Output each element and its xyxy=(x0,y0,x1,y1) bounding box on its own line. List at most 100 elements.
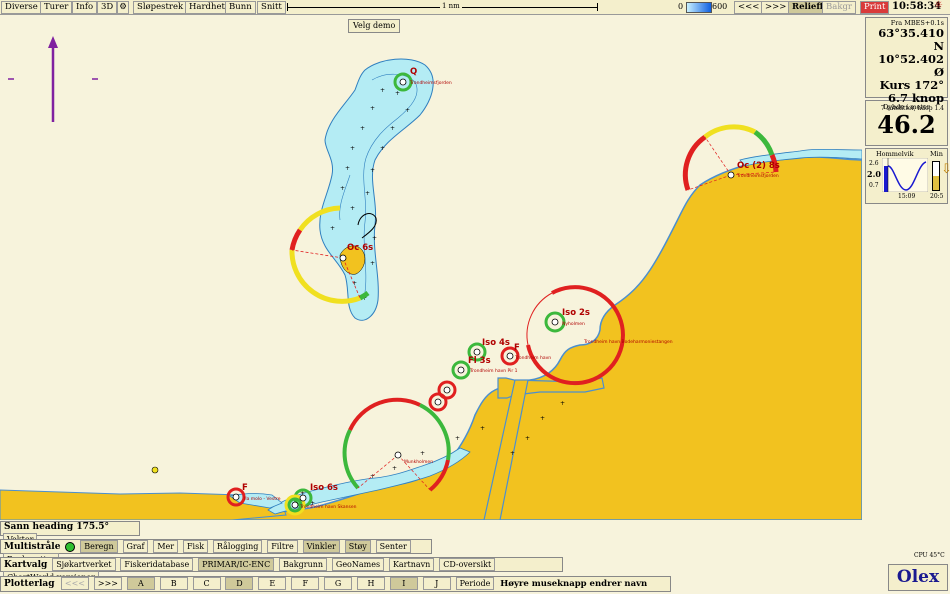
light-name-q: Trondheimsfjorden xyxy=(409,80,452,86)
light-label-iso6s: Iso 6s xyxy=(310,483,338,493)
scale-label: 1 nm xyxy=(440,2,462,10)
svg-text:+: + xyxy=(345,165,350,172)
menu-snitt[interactable]: Snitt xyxy=(257,1,286,14)
tide-panel: Hommelvik Min 2.6 2.0 0.7 15:09 20:5 ⇩ xyxy=(865,148,950,204)
light-name-oc2-8s: Trondheimsfjorden xyxy=(736,173,779,179)
angles-button[interactable]: Vinkler xyxy=(302,540,340,553)
center-button[interactable]: Senter xyxy=(375,540,411,553)
layer-g[interactable]: G xyxy=(324,577,353,590)
svg-text:+: + xyxy=(525,435,530,442)
raw-logging-button[interactable]: Rålogging xyxy=(212,540,263,553)
scale-bar-left-tick xyxy=(287,3,288,11)
light-label-oc2-8s: Oc (2) 8s xyxy=(737,161,780,171)
menu-turer[interactable]: Turer xyxy=(40,1,73,14)
sun-icon[interactable]: ☼ xyxy=(934,1,944,11)
tide-level-bar xyxy=(932,161,940,191)
layer-next-button[interactable]: >>> xyxy=(93,577,122,590)
tide-current: 2.0 xyxy=(867,169,881,179)
chart-select-bar: Kartvalg Sjøkartverket Fiskeridatabase P… xyxy=(0,557,563,584)
right-panel: Fra MBES+0.1s 63°35.410 N 10°52.402 Ø Ku… xyxy=(863,15,950,206)
svg-text:+: + xyxy=(395,90,400,97)
light-name-iso4s: Trondheim havn xyxy=(514,355,551,361)
cd-overview-button[interactable]: CD-oversikt xyxy=(439,558,496,571)
chart-source-fiskeri[interactable]: Fiskeridatabase xyxy=(120,558,194,571)
svg-text:+: + xyxy=(370,167,375,174)
depth-next-button[interactable]: >>> xyxy=(761,1,791,14)
layer-a[interactable]: A xyxy=(126,577,155,590)
menu-bunn[interactable]: Bunn xyxy=(225,1,256,14)
svg-text:+: + xyxy=(360,125,365,132)
svg-text:+: + xyxy=(365,190,370,197)
svg-text:+: + xyxy=(510,450,515,457)
svg-text:+: + xyxy=(420,450,425,457)
heading-bar: Sann heading 175.5° Vektor xyxy=(0,521,140,546)
svg-text:+: + xyxy=(455,435,460,442)
geonames-button[interactable]: GeoNames xyxy=(331,558,385,571)
svg-text:+: + xyxy=(340,185,345,192)
menu-info[interactable]: Info xyxy=(72,1,98,14)
menu-slopestrek[interactable]: Sløpestrek xyxy=(133,1,188,14)
layer-prev-button[interactable]: <<< xyxy=(60,577,89,590)
longitude: 10°52.402 Ø xyxy=(878,52,944,79)
chart-background-button[interactable]: Bakgrunn xyxy=(279,558,328,571)
period-button[interactable]: Periode xyxy=(455,577,495,590)
top-toolbar: Diverse Turer Info 3D ⚙ Sløpestrek Hardh… xyxy=(0,0,950,15)
calculate-button[interactable]: Beregn xyxy=(80,540,118,553)
tide-time-end: 20:5 xyxy=(930,193,944,200)
svg-text:+: + xyxy=(370,260,375,267)
depth-max-label: 600 xyxy=(712,2,728,11)
svg-text:+: + xyxy=(350,145,355,152)
layer-i[interactable]: I xyxy=(389,577,418,590)
buoy-marker xyxy=(151,466,159,474)
light-label-f2: F xyxy=(242,483,248,493)
tide-time-now: 15:09 xyxy=(898,193,916,200)
layer-c[interactable]: C xyxy=(192,577,221,590)
menu-hardhet[interactable]: Hardhet xyxy=(185,1,229,14)
svg-text:+: + xyxy=(380,87,385,94)
chart-select-label: Kartvalg xyxy=(4,559,48,570)
more-button[interactable]: Mer xyxy=(153,540,179,553)
tide-station: Hommelvik xyxy=(876,150,914,158)
munkholmen-label: Munkholmen xyxy=(404,459,433,465)
svg-text:+: + xyxy=(392,465,397,472)
svg-text:+: + xyxy=(380,145,385,152)
position-panel: Fra MBES+0.1s 63°35.410 N 10°52.402 Ø Ku… xyxy=(865,17,948,112)
print-button[interactable]: Print xyxy=(860,1,890,14)
tide-y-max: 2.6 xyxy=(869,160,879,167)
layer-h[interactable]: H xyxy=(356,577,385,590)
latitude: 63°35.410 N xyxy=(878,26,944,53)
menu-diverse[interactable]: Diverse xyxy=(1,1,42,14)
depth-color-scale[interactable] xyxy=(686,2,712,13)
fish-button[interactable]: Fisk xyxy=(182,540,209,553)
rename-hint: Høyre museknapp endrer navn xyxy=(500,578,648,589)
gear-icon[interactable]: ⚙ xyxy=(117,1,129,14)
light-label-f1: F xyxy=(514,343,520,353)
chart-source-sjokartverket[interactable]: Sjøkartverket xyxy=(52,558,116,571)
multibeam-bar: Multistråle Beregn Graf Mer Fisk Råloggi… xyxy=(0,539,432,566)
menu-3d[interactable]: 3D xyxy=(97,1,118,14)
tide-state: Min xyxy=(930,150,943,158)
filters-button[interactable]: Filtre xyxy=(267,540,298,553)
graph-button[interactable]: Graf xyxy=(122,540,149,553)
layer-f[interactable]: F xyxy=(291,577,320,590)
noise-button[interactable]: Støy xyxy=(344,540,371,553)
light-label-q: Q xyxy=(410,67,417,77)
chart-map[interactable]: + ++ + + ++ + + +++ ++++ ++ ++++ ++++ +++ xyxy=(0,15,862,520)
status-dot-icon xyxy=(65,541,76,552)
background-button[interactable]: Bakgr xyxy=(822,1,856,14)
light-label-iso2s: Iso 2s xyxy=(562,308,590,318)
layer-j[interactable]: J xyxy=(422,577,451,590)
layer-d[interactable]: D xyxy=(225,577,254,590)
layer-e[interactable]: E xyxy=(258,577,287,590)
chart-source-primar[interactable]: PRIMAR/IC-ENC xyxy=(198,558,275,571)
olex-logo[interactable]: Olex xyxy=(888,564,948,591)
chart-names-button[interactable]: Kartnavn xyxy=(388,558,435,571)
layer-b[interactable]: B xyxy=(159,577,188,590)
svg-text:+: + xyxy=(330,225,335,232)
svg-text:+: + xyxy=(480,425,485,432)
plotter-layer-bar: Plotterlag <<< >>> A B C D E F G H I J P… xyxy=(0,576,671,592)
light-label-oc6s: Oc 6s xyxy=(347,243,373,253)
select-demo-button[interactable]: Velg demo xyxy=(348,19,401,33)
light-label-iso4s: Iso 4s xyxy=(482,338,510,348)
depth-prev-button[interactable]: <<< xyxy=(734,1,764,14)
